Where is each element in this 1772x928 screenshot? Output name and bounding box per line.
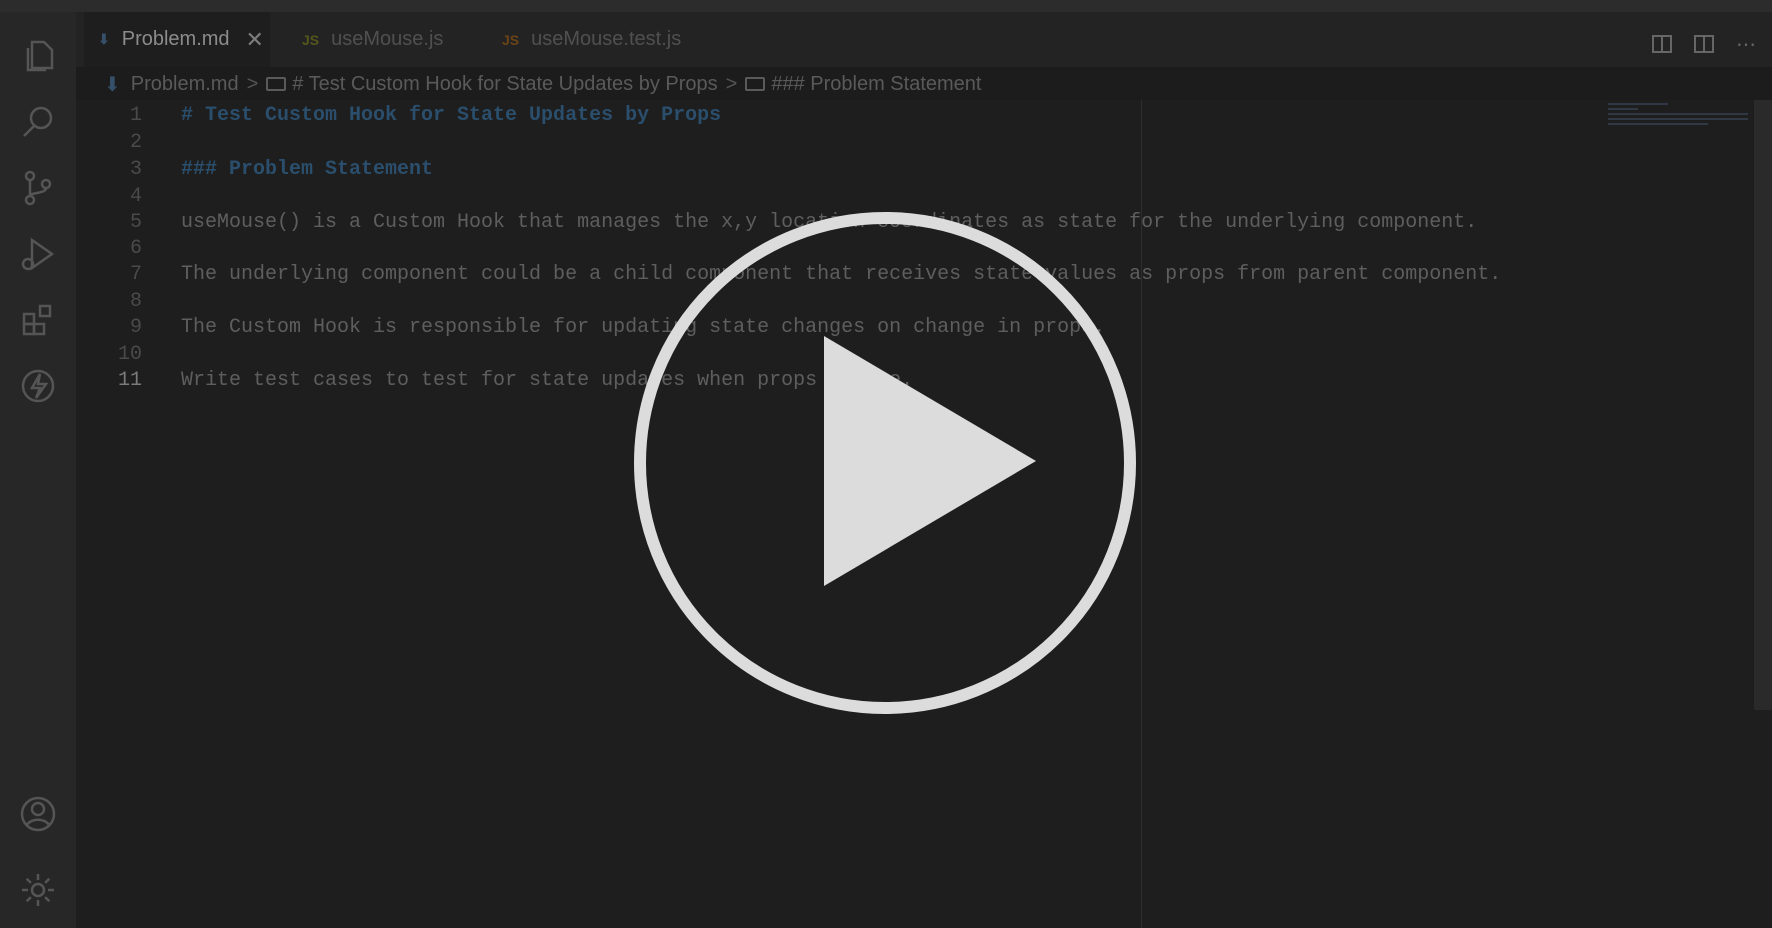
line-text: # Test Custom Hook for State Updates by … (181, 103, 722, 127)
breadcrumb-separator: > (725, 72, 738, 95)
tab-label: useMouse.test.js (531, 28, 682, 50)
line-number: 11 (117, 368, 142, 392)
run-debug-icon[interactable] (14, 230, 62, 278)
tab-bar: ⬇ Problem.md ✕ JS useMouse.js JS useMous… (76, 12, 1772, 67)
breadcrumb: ⬇ Problem.md > # Test Custom Hook for St… (104, 70, 981, 98)
line-text: ### Problem Statement (181, 157, 434, 181)
line-number: 7 (129, 262, 142, 286)
tab-usemouse-test-js[interactable]: JS useMouse.test.js (488, 12, 718, 67)
tab-problem-md[interactable]: ⬇ Problem.md ✕ (84, 12, 270, 67)
extensions-icon[interactable] (14, 296, 62, 344)
editor-ruler (1141, 100, 1142, 928)
tab-label: useMouse.js (331, 28, 444, 50)
play-button[interactable] (634, 212, 1136, 714)
title-strip (0, 0, 1772, 12)
breadcrumb-separator: > (246, 72, 259, 95)
tab-label: Problem.md (121, 28, 230, 50)
symbol-string-icon (745, 77, 766, 91)
line-number: 1 (129, 103, 142, 127)
markdown-icon: ⬇ (104, 73, 121, 96)
line-number: 3 (129, 157, 142, 181)
source-control-icon[interactable] (14, 164, 62, 212)
gear-icon[interactable] (14, 866, 62, 914)
close-icon[interactable]: ✕ (246, 27, 264, 53)
editor-line-current[interactable]: 11 Write test cases to test for state up… (76, 365, 913, 395)
activity-bar (0, 12, 76, 928)
editor-line[interactable]: 1 # Test Custom Hook for State Updates b… (76, 100, 721, 130)
breadcrumb-file[interactable]: Problem.md (131, 73, 239, 96)
tab-usemouse-js[interactable]: JS useMouse.js (288, 12, 468, 67)
breadcrumb-heading2[interactable]: ### Problem Statement (771, 73, 981, 96)
line-number: 6 (129, 236, 142, 260)
line-number: 8 (129, 289, 142, 313)
more-actions-icon[interactable]: ⋯ (1734, 32, 1758, 56)
editor-line[interactable]: 2 (76, 127, 142, 157)
minimap[interactable] (1608, 100, 1752, 140)
editor-actions: ⋯ (1650, 32, 1758, 56)
play-icon (634, 212, 1136, 714)
editor-line[interactable]: 7 The underlying component could be a ch… (76, 259, 1501, 289)
split-editor-icon[interactable] (1692, 32, 1716, 56)
editor-line[interactable]: 3 ### Problem Statement (76, 154, 433, 184)
line-number: 10 (117, 342, 142, 366)
js-icon: JS (502, 31, 520, 48)
symbol-string-icon (266, 77, 287, 91)
open-preview-icon[interactable] (1650, 32, 1674, 56)
line-number: 4 (129, 184, 142, 208)
account-icon[interactable] (14, 790, 62, 838)
editor-line[interactable]: 9 The Custom Hook is responsible for upd… (76, 312, 1105, 342)
line-number: 9 (129, 315, 142, 339)
breadcrumb-heading1[interactable]: # Test Custom Hook for State Updates by … (292, 73, 717, 96)
lightning-icon[interactable] (14, 362, 62, 410)
line-number: 2 (129, 130, 142, 154)
vertical-scrollbar[interactable] (1754, 100, 1772, 710)
markdown-icon: ⬇ (98, 31, 110, 47)
files-icon[interactable] (14, 32, 62, 80)
line-number: 5 (129, 210, 142, 234)
js-icon: JS (302, 31, 320, 48)
search-icon[interactable] (14, 98, 62, 146)
